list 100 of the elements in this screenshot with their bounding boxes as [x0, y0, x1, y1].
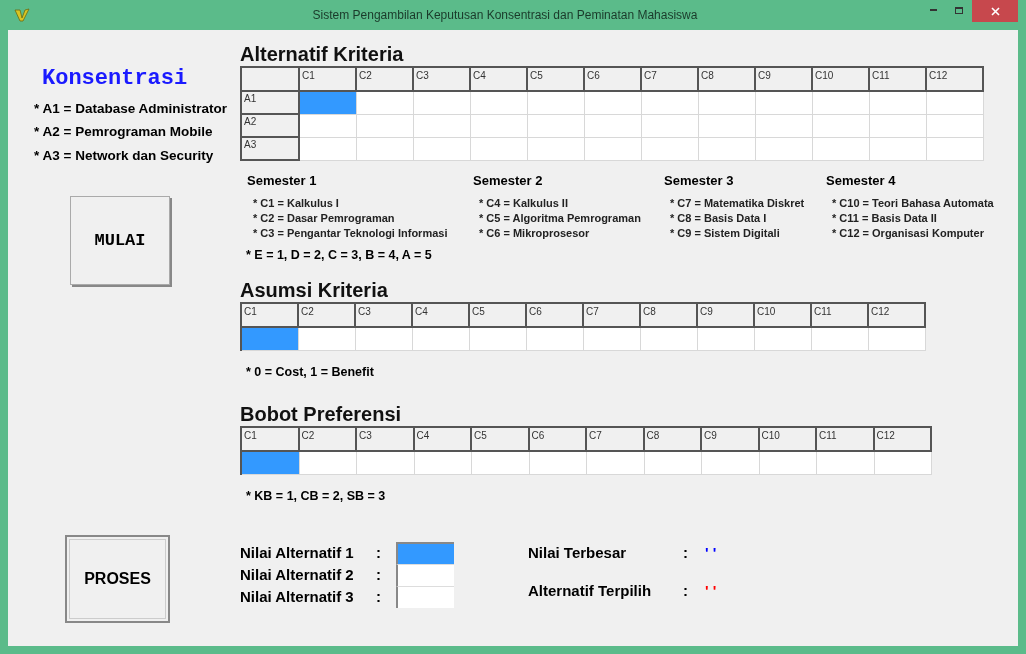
table-cell[interactable] [699, 115, 756, 138]
konsentrasi-item: * A3 = Network dan Security [34, 146, 215, 165]
course-item: * C11 = Basis Data II [831, 210, 938, 226]
column-header: C1 [242, 304, 299, 329]
column-header: C9 [756, 68, 813, 92]
semester-heading: Semester 1 [247, 172, 318, 190]
konsentrasi-item: * A2 = Pemrograman Mobile [34, 123, 214, 142]
table-cell[interactable] [756, 115, 813, 138]
column-header: C12 [874, 428, 932, 452]
table-cell[interactable] [585, 92, 642, 115]
course-item: * C1 = Kalkulus I [252, 195, 340, 211]
column-header: C6 [527, 304, 584, 329]
table-cell[interactable] [642, 138, 699, 161]
table-cell[interactable] [471, 138, 528, 161]
table-cell[interactable] [812, 328, 869, 352]
course-item: * C9 = Sistem Digitali [669, 225, 781, 241]
app-logo-icon [14, 8, 30, 22]
column-header: C8 [644, 428, 702, 452]
result-label: Nilai Terbesar [528, 542, 628, 563]
table-cell[interactable] [641, 328, 698, 352]
table-cell[interactable] [470, 328, 527, 352]
table-cell[interactable] [414, 452, 472, 475]
table-cell[interactable] [870, 138, 927, 161]
table-cell[interactable] [587, 452, 645, 475]
criteria-note: * 0 = Cost, 1 = Benefit [246, 364, 375, 382]
table-cell[interactable] [299, 328, 356, 352]
nilai-label: Nilai Alternatif 3 [240, 586, 355, 607]
table-cell[interactable] [299, 452, 357, 475]
table-cell[interactable] [242, 328, 299, 352]
table-cell[interactable] [300, 92, 357, 115]
table-cell[interactable] [357, 92, 414, 115]
table-cell[interactable] [528, 138, 585, 161]
table-cell[interactable] [756, 92, 813, 115]
table-cell[interactable] [756, 138, 813, 161]
table-cell[interactable] [585, 138, 642, 161]
column-header: C7 [587, 428, 645, 452]
column-header: C11 [817, 428, 875, 452]
table-cell[interactable] [357, 138, 414, 161]
column-header: C3 [414, 68, 471, 92]
column-header: C9 [698, 304, 755, 329]
column-header: C4 [471, 68, 528, 92]
table-cell[interactable] [528, 115, 585, 138]
nilai-label: Nilai Alternatif 2 [240, 564, 355, 585]
table-cell[interactable] [874, 452, 932, 475]
mulai-button[interactable]: MULAI [70, 195, 170, 285]
table-cell[interactable] [702, 452, 760, 475]
table-cell[interactable] [529, 452, 587, 475]
table-cell[interactable] [472, 452, 530, 475]
column-header: C11 [812, 304, 869, 329]
grade-note: * E = 1, D = 2, C = 3, B = 4, A = 5 [246, 246, 433, 264]
table-cell[interactable] [869, 328, 926, 352]
table-cell[interactable] [927, 115, 984, 138]
table-cell[interactable] [471, 92, 528, 115]
column-header: C4 [414, 428, 472, 452]
table-cell[interactable] [699, 92, 756, 115]
result-value: ' ' [705, 542, 717, 563]
table-cell[interactable] [356, 328, 413, 352]
column-header: C12 [927, 68, 984, 92]
table-cell[interactable] [699, 138, 756, 161]
colon: : [683, 581, 689, 602]
table-cell[interactable] [527, 328, 584, 352]
table-cell[interactable] [642, 115, 699, 138]
nilai-label: Nilai Alternatif 1 [240, 542, 355, 563]
table-cell[interactable] [357, 452, 415, 475]
table-cell[interactable] [300, 115, 357, 138]
table-cell[interactable] [357, 115, 414, 138]
table-cell[interactable] [585, 115, 642, 138]
column-header: C2 [299, 304, 356, 329]
colon: : [376, 542, 382, 563]
nilai-field[interactable] [396, 541, 454, 564]
colon: : [683, 542, 689, 563]
table-cell[interactable] [698, 328, 755, 352]
table-cell[interactable] [642, 92, 699, 115]
close-button[interactable] [972, 0, 1018, 22]
table-cell[interactable] [300, 138, 357, 161]
table-cell[interactable] [584, 328, 641, 352]
column-header: C12 [869, 304, 926, 329]
table-cell[interactable] [870, 115, 927, 138]
table-cell[interactable] [927, 138, 984, 161]
table-cell[interactable] [755, 328, 812, 352]
konsentrasi-item: * A1 = Database Administrator [34, 100, 228, 118]
table-cell[interactable] [644, 452, 702, 475]
table-cell[interactable] [414, 138, 471, 161]
konsentrasi-heading: Konsentrasi [42, 65, 189, 93]
table-cell[interactable] [413, 328, 470, 352]
table-cell[interactable] [870, 92, 927, 115]
table-cell[interactable] [414, 115, 471, 138]
table-cell[interactable] [817, 452, 875, 475]
proses-button[interactable]: PROSES [65, 534, 170, 623]
table-cell[interactable] [813, 92, 870, 115]
course-item: * C6 = Mikroprosesor [478, 225, 591, 241]
table-cell[interactable] [471, 115, 528, 138]
table-cell[interactable] [414, 92, 471, 115]
column-header: C8 [641, 304, 698, 329]
table-cell[interactable] [759, 452, 817, 475]
table-cell[interactable] [927, 92, 984, 115]
table-cell[interactable] [242, 452, 300, 475]
table-cell[interactable] [528, 92, 585, 115]
table-cell[interactable] [813, 115, 870, 138]
table-cell[interactable] [813, 138, 870, 161]
